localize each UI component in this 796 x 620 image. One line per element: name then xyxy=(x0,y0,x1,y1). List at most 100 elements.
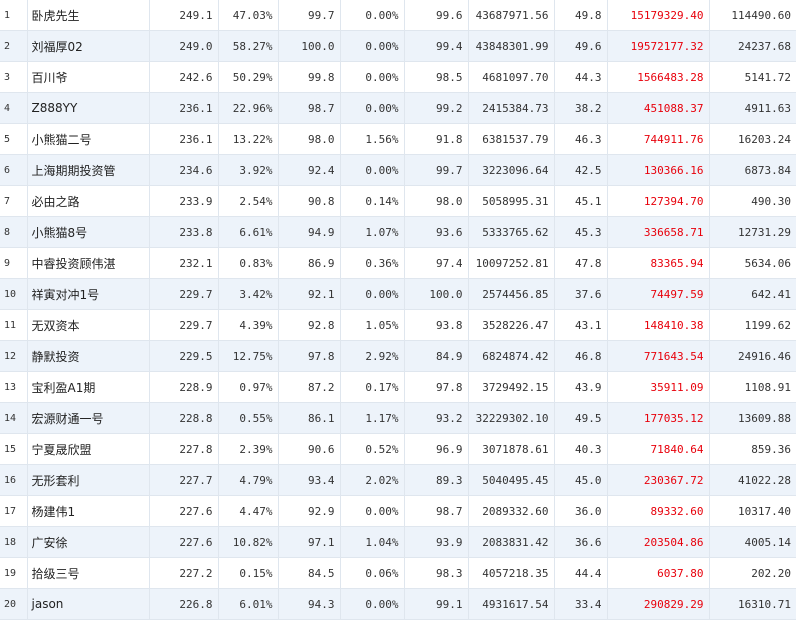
value-col-3-cell: 94.3 xyxy=(278,588,341,620)
value-col-7-cell: 43.1 xyxy=(554,309,608,341)
value-col-9-cell: 202.20 xyxy=(709,557,796,589)
account-name-cell: 静默投资 xyxy=(27,340,150,372)
value-col-8-cell: 1566483.28 xyxy=(607,61,710,93)
rank-cell: 4 xyxy=(0,92,28,124)
value-col-7-cell: 36.0 xyxy=(554,495,608,527)
value-col-1-cell: 227.7 xyxy=(149,464,219,496)
value-col-5-cell: 93.9 xyxy=(404,526,469,558)
value-col-2-cell: 2.39% xyxy=(218,433,279,465)
value-col-7-cell: 44.4 xyxy=(554,557,608,589)
table-row[interactable]: 9 中睿投资顾伟湛 232.1 0.83% 86.9 0.36% 97.4 10097252.… xyxy=(0,247,796,279)
value-col-1-cell: 236.1 xyxy=(149,92,219,124)
value-col-3-cell: 90.8 xyxy=(278,185,341,217)
rank-cell: 16 xyxy=(0,464,28,496)
table-row[interactable]: 13 宝利盈A1期 228.9 0.97% 87.2 0.17% 97.8 3729492.1… xyxy=(0,371,796,403)
table-row[interactable]: 19 拾级三号 227.2 0.15% 84.5 0.06% 98.3 4057218.35 4… xyxy=(0,557,796,589)
table-row[interactable]: 20 jason 226.8 6.01% 94.3 0.00% 99.1 4931617.54… xyxy=(0,588,796,620)
value-col-4-cell: 1.07% xyxy=(340,216,405,248)
value-col-4-cell: 0.06% xyxy=(340,557,405,589)
value-col-5-cell: 98.5 xyxy=(404,61,469,93)
rank-cell: 10 xyxy=(0,278,28,310)
rank-cell: 19 xyxy=(0,557,28,589)
account-name-cell: 宝利盈A1期 xyxy=(27,371,150,403)
value-col-2-cell: 2.54% xyxy=(218,185,279,217)
table-row[interactable]: 15 宁夏晟欣盟 227.8 2.39% 90.6 0.52% 96.9 3071878.61… xyxy=(0,433,796,465)
value-col-9-cell: 5141.72 xyxy=(709,61,796,93)
value-col-8-cell: 771643.54 xyxy=(607,340,710,372)
value-col-6-cell: 2083831.42 xyxy=(468,526,555,558)
value-col-9-cell: 642.41 xyxy=(709,278,796,310)
value-col-4-cell: 1.05% xyxy=(340,309,405,341)
value-col-4-cell: 2.02% xyxy=(340,464,405,496)
table-row[interactable]: 2 刘福厚02 249.0 58.27% 100.0 0.00% 99.4 43848301.… xyxy=(0,30,796,62)
value-col-2-cell: 12.75% xyxy=(218,340,279,372)
value-col-9-cell: 13609.88 xyxy=(709,402,796,434)
rank-cell: 8 xyxy=(0,216,28,248)
account-name-cell: 拾级三号 xyxy=(27,557,150,589)
table-row[interactable]: 17 杨建伟1 227.6 4.47% 92.9 0.00% 98.7 2089332.60 3… xyxy=(0,495,796,527)
table-row[interactable]: 5 小熊猫二号 236.1 13.22% 98.0 1.56% 91.8 6381537.79… xyxy=(0,123,796,155)
value-col-6-cell: 4931617.54 xyxy=(468,588,555,620)
account-name-cell: 卧虎先生 xyxy=(27,0,150,31)
value-col-5-cell: 98.0 xyxy=(404,185,469,217)
value-col-2-cell: 6.61% xyxy=(218,216,279,248)
rank-cell: 12 xyxy=(0,340,28,372)
value-col-7-cell: 44.3 xyxy=(554,61,608,93)
table-row[interactable]: 12 静默投资 229.5 12.75% 97.8 2.92% 84.9 6824874.42… xyxy=(0,340,796,372)
table-row[interactable]: 6 上海期期投资管 234.6 3.92% 92.4 0.00% 99.7 3223096.6… xyxy=(0,154,796,186)
value-col-4-cell: 0.00% xyxy=(340,154,405,186)
value-col-3-cell: 92.1 xyxy=(278,278,341,310)
value-col-2-cell: 10.82% xyxy=(218,526,279,558)
value-col-1-cell: 226.8 xyxy=(149,588,219,620)
value-col-2-cell: 4.47% xyxy=(218,495,279,527)
value-col-7-cell: 43.9 xyxy=(554,371,608,403)
value-col-4-cell: 0.00% xyxy=(340,495,405,527)
value-col-7-cell: 37.6 xyxy=(554,278,608,310)
rank-cell: 5 xyxy=(0,123,28,155)
value-col-9-cell: 16310.71 xyxy=(709,588,796,620)
table-row[interactable]: 18 广安徐 227.6 10.82% 97.1 1.04% 93.9 2083831.42 3… xyxy=(0,526,796,558)
table-row[interactable]: 7 必由之路 233.9 2.54% 90.8 0.14% 98.0 5058995.31 45… xyxy=(0,185,796,217)
table-row[interactable]: 10 祥寅对冲1号 229.7 3.42% 92.1 0.00% 100.0 2574456.… xyxy=(0,278,796,310)
table-row[interactable]: 16 无形套利 227.7 4.79% 93.4 2.02% 89.3 5040495.45 4… xyxy=(0,464,796,496)
account-name-cell: 中睿投资顾伟湛 xyxy=(27,247,150,279)
value-col-8-cell: 203504.86 xyxy=(607,526,710,558)
ranking-table-body: 1 卧虎先生 249.1 47.03% 99.7 0.00% 99.6 43687971.56… xyxy=(0,0,796,620)
value-col-5-cell: 93.6 xyxy=(404,216,469,248)
value-col-3-cell: 86.1 xyxy=(278,402,341,434)
table-row[interactable]: 8 小熊猫8号 233.8 6.61% 94.9 1.07% 93.6 5333765.62 4… xyxy=(0,216,796,248)
value-col-6-cell: 32229302.10 xyxy=(468,402,555,434)
value-col-7-cell: 47.8 xyxy=(554,247,608,279)
account-name-cell: 祥寅对冲1号 xyxy=(27,278,150,310)
value-col-4-cell: 0.00% xyxy=(340,278,405,310)
value-col-7-cell: 38.2 xyxy=(554,92,608,124)
value-col-9-cell: 10317.40 xyxy=(709,495,796,527)
value-col-8-cell: 6037.80 xyxy=(607,557,710,589)
table-row[interactable]: 1 卧虎先生 249.1 47.03% 99.7 0.00% 99.6 43687971.56… xyxy=(0,0,796,31)
table-row[interactable]: 4 Z888YY 236.1 22.96% 98.7 0.00% 99.2 2415384.7… xyxy=(0,92,796,124)
table-row[interactable]: 14 宏源财通一号 228.8 0.55% 86.1 1.17% 93.2 32229302.… xyxy=(0,402,796,434)
value-col-4-cell: 0.14% xyxy=(340,185,405,217)
table-row[interactable]: 11 无双资本 229.7 4.39% 92.8 1.05% 93.8 3528226.47 4… xyxy=(0,309,796,341)
value-col-9-cell: 1199.62 xyxy=(709,309,796,341)
value-col-6-cell: 3729492.15 xyxy=(468,371,555,403)
rank-cell: 14 xyxy=(0,402,28,434)
value-col-5-cell: 99.7 xyxy=(404,154,469,186)
value-col-8-cell: 71840.64 xyxy=(607,433,710,465)
rank-cell: 6 xyxy=(0,154,28,186)
value-col-9-cell: 114490.60 xyxy=(709,0,796,31)
account-name-cell: 杨建伟1 xyxy=(27,495,150,527)
value-col-8-cell: 148410.38 xyxy=(607,309,710,341)
rank-cell: 17 xyxy=(0,495,28,527)
rank-cell: 15 xyxy=(0,433,28,465)
value-col-1-cell: 249.0 xyxy=(149,30,219,62)
value-col-3-cell: 92.4 xyxy=(278,154,341,186)
value-col-8-cell: 127394.70 xyxy=(607,185,710,217)
value-col-5-cell: 99.2 xyxy=(404,92,469,124)
table-row[interactable]: 3 百川爷 242.6 50.29% 99.8 0.00% 98.5 4681097.70 44… xyxy=(0,61,796,93)
value-col-7-cell: 36.6 xyxy=(554,526,608,558)
value-col-5-cell: 98.3 xyxy=(404,557,469,589)
value-col-1-cell: 249.1 xyxy=(149,0,219,31)
value-col-9-cell: 490.30 xyxy=(709,185,796,217)
account-name-cell: 广安徐 xyxy=(27,526,150,558)
